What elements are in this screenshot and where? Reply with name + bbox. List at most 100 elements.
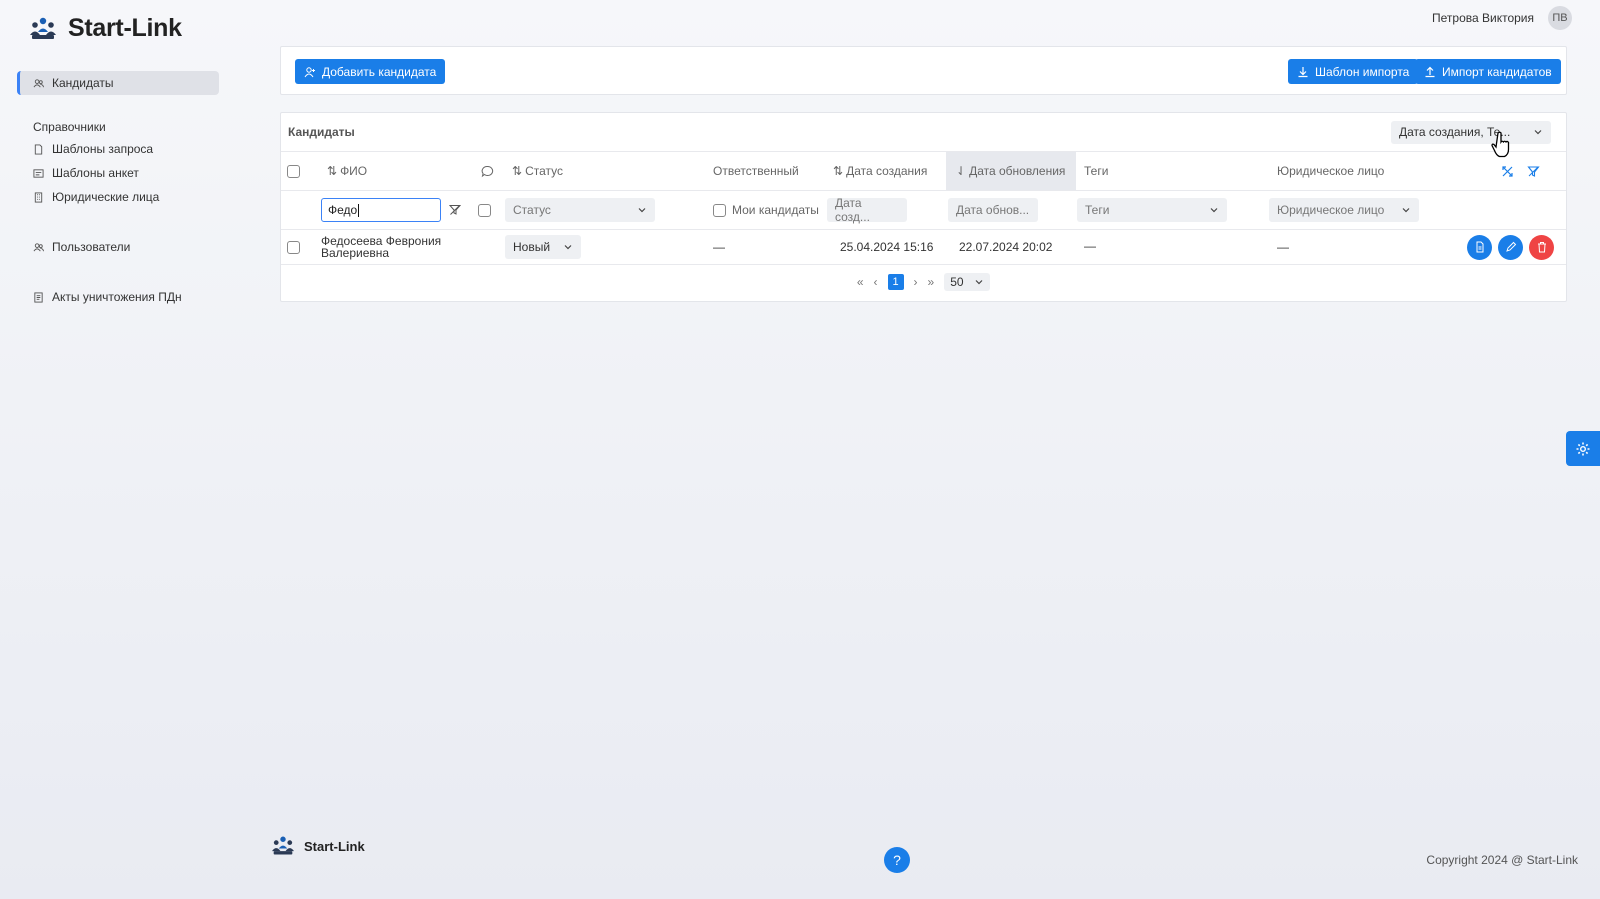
column-header-updated[interactable]: ⇃ Дата обновления <box>946 152 1076 190</box>
gear-icon <box>1576 442 1590 455</box>
column-header-tags: Теги <box>1084 152 1108 190</box>
prev-page-icon[interactable]: ‹ <box>874 275 878 289</box>
created-date-placeholder: Дата созд... <box>835 196 870 224</box>
app-name: Start-Link <box>68 14 182 42</box>
footer-app-name: Start-Link <box>304 838 365 854</box>
column-header-status[interactable]: ⇅ Статус <box>512 152 563 190</box>
add-user-icon <box>304 66 315 77</box>
column-header-label: Дата обновления <box>969 164 1066 178</box>
tags-filter-select[interactable]: Теги <box>1077 198 1227 222</box>
edit-button[interactable] <box>1498 234 1523 260</box>
my-candidates-label: Мои кандидаты <box>732 203 819 217</box>
row-responsible: — <box>713 240 725 254</box>
column-header-legal: Юридическое лицо <box>1277 152 1384 190</box>
filter-icon[interactable] <box>449 191 461 229</box>
download-icon <box>1298 66 1308 77</box>
last-page-icon[interactable]: » <box>928 275 935 289</box>
column-header-fio[interactable]: ⇅ ФИО <box>327 152 367 190</box>
select-all-checkbox[interactable] <box>287 164 300 178</box>
add-candidate-label: Добавить кандидата <box>322 64 437 79</box>
building-icon <box>34 191 43 203</box>
legal-filter-select[interactable]: Юридическое лицо <box>1269 198 1419 222</box>
row-created: 25.04.2024 15:16 <box>840 240 934 254</box>
sort-select[interactable]: Дата создания, Те... <box>1391 120 1551 144</box>
help-button[interactable]: ? <box>884 847 910 873</box>
chevron-down-icon <box>975 280 983 285</box>
table-header-row: ⇅ ФИО ⇅ Статус Ответственный ⇅ Дата созд… <box>281 152 1566 191</box>
pencil-icon <box>1505 241 1516 252</box>
delete-button[interactable] <box>1529 234 1554 260</box>
form-icon <box>33 168 44 178</box>
column-header-created[interactable]: ⇅ Дата создания <box>833 152 927 190</box>
document-icon <box>1476 241 1483 253</box>
sort-icon: ⇅ <box>833 164 844 178</box>
users-icon <box>33 242 44 251</box>
sidebar-item-users[interactable]: Пользователи <box>17 235 219 259</box>
text-caret <box>358 203 360 217</box>
view-document-button[interactable] <box>1467 234 1492 260</box>
candidate-name[interactable]: Федосеева Феврония Валериевна <box>321 230 441 264</box>
column-header-label: Статус <box>525 164 563 178</box>
sidebar-item-destruction-acts[interactable]: Акты уничтожения ПДн <box>17 285 219 309</box>
row-updated: 22.07.2024 20:02 <box>959 240 1053 254</box>
row-checkbox[interactable] <box>287 240 300 254</box>
chevron-down-icon <box>1210 208 1218 213</box>
table-row[interactable]: Федосеева Феврония Валериевна Новый — 25… <box>281 230 1566 265</box>
chevron-down-icon <box>638 208 646 213</box>
sidebar-item-label: Шаблоны анкет <box>52 166 139 180</box>
import-template-label: Шаблон импорта <box>1315 64 1410 79</box>
page-button-current[interactable]: 1 <box>887 274 904 290</box>
user-menu[interactable]: Петрова Виктория ПВ <box>1432 6 1572 30</box>
sort-icon: ⇅ <box>327 164 338 178</box>
candidates-table-card: Кандидаты Дата создания, Те... ⇅ ФИО ⇅ С… <box>280 112 1567 302</box>
list-document-icon <box>34 291 43 303</box>
import-candidates-button[interactable]: Импорт кандидатов <box>1415 59 1561 84</box>
comment-icon[interactable] <box>481 152 494 190</box>
pagination: « ‹ 1 › » 50 <box>281 265 1566 299</box>
row-status-select[interactable]: Новый <box>505 235 581 259</box>
sidebar-item-candidates[interactable]: Кандидаты <box>17 71 219 95</box>
footer-logo[interactable]: Start-Link <box>270 835 365 857</box>
fio-filter-value: Федо <box>328 203 358 217</box>
candidate-name-line2: Валериевна <box>321 246 390 260</box>
document-icon <box>34 143 43 155</box>
created-date-filter[interactable]: Дата созд... <box>827 196 907 224</box>
sidebar-item-label: Юридические лица <box>52 190 160 204</box>
row-legal: — <box>1277 240 1289 254</box>
logo-people-icon <box>272 836 294 855</box>
updated-date-filter[interactable]: Дата обнов... <box>948 198 1038 222</box>
comment-filter-checkbox[interactable] <box>478 203 491 217</box>
trash-icon <box>1537 242 1546 253</box>
users-icon <box>33 78 44 87</box>
column-header-label: Ответственный <box>713 164 799 178</box>
add-candidate-button[interactable]: Добавить кандидата <box>295 59 446 84</box>
next-page-icon[interactable]: › <box>914 275 918 289</box>
sort-icon: ⇅ <box>512 164 523 178</box>
import-template-button[interactable]: Шаблон импорта <box>1288 59 1419 84</box>
my-candidates-checkbox[interactable] <box>713 203 726 217</box>
sidebar-item-form-templates[interactable]: Шаблоны анкет <box>17 161 219 185</box>
column-header-label: Теги <box>1084 164 1109 178</box>
status-filter-select[interactable]: Статус <box>505 198 655 222</box>
updated-date-placeholder: Дата обнов... <box>956 203 1030 217</box>
sidebar: Кандидаты Справочники Шаблоны запроса Ша… <box>17 71 219 309</box>
user-name: Петрова Виктория <box>1432 11 1534 25</box>
table-filter-row: Федо Статус Мои кандидаты Дата созд... Д… <box>281 191 1566 230</box>
app-logo[interactable]: Start-Link <box>28 14 182 43</box>
fio-filter-input[interactable]: Федо <box>321 198 441 222</box>
sidebar-group-directories[interactable]: Справочники <box>17 117 219 137</box>
column-header-label: Дата создания <box>846 164 928 178</box>
chevron-down-icon <box>1534 130 1542 135</box>
clear-filters-icon[interactable] <box>1527 152 1540 190</box>
sort-desc-icon: ⇃ <box>956 164 967 178</box>
row-status-value: Новый <box>513 240 551 254</box>
tags-filter-placeholder: Теги <box>1085 203 1110 217</box>
per-page-select[interactable]: 50 <box>944 273 991 291</box>
first-page-icon[interactable]: « <box>857 275 864 289</box>
status-filter-placeholder: Статус <box>513 203 551 217</box>
settings-tab[interactable] <box>1566 431 1600 466</box>
column-header-label: ФИО <box>340 164 368 178</box>
sidebar-item-request-templates[interactable]: Шаблоны запроса <box>17 137 219 161</box>
chevron-down-icon <box>1402 208 1410 213</box>
sidebar-item-legal-entities[interactable]: Юридические лица <box>17 185 219 209</box>
